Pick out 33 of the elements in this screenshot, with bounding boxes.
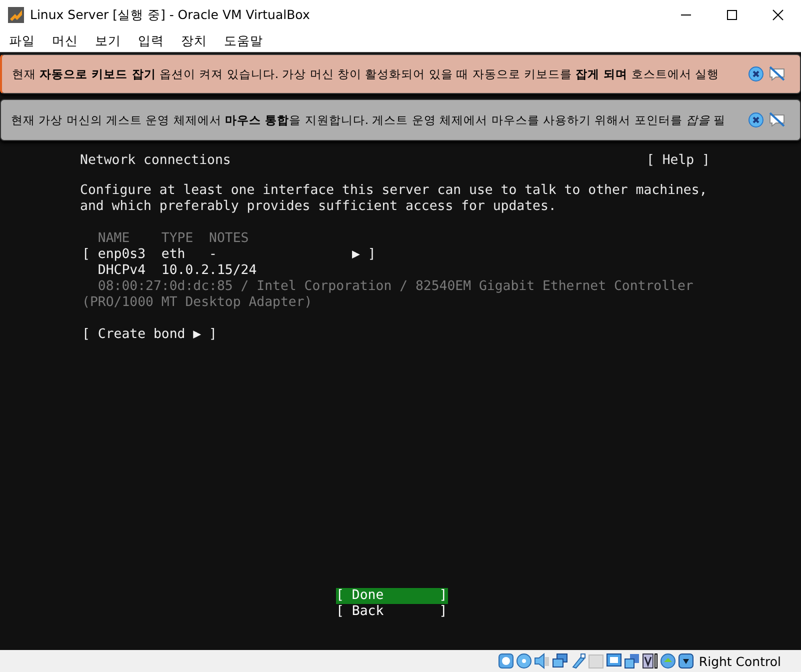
window-title: Linux Server [실행 중] - Oracle VM VirtualBox [30, 6, 310, 24]
screen-title: Network connections [80, 153, 231, 169]
detail-text: 08:00:27:0d:dc:85 / Intel Corporation / 82540EM Gigabit Ethernet Controller [96, 279, 694, 295]
close-icon[interactable] [772, 9, 784, 21]
terminal-button[interactable]: [ Back ] [336, 604, 448, 620]
detail-text: (PRO/1000 MT Desktop Adapter) [82, 295, 312, 311]
down-icon[interactable] [678, 653, 694, 669]
interface-line[interactable]: DHCPv4 10.0.2.15/24 [82, 263, 257, 279]
usb-icon[interactable] [570, 653, 586, 669]
menu-item[interactable]: 입력 [138, 32, 164, 50]
app-logo-icon [8, 7, 24, 23]
net-icon[interactable] [552, 653, 568, 669]
menu-item[interactable]: 도움말 [224, 32, 263, 50]
help-button[interactable]: [ Help ] [646, 153, 710, 169]
intro-text: and which preferably provides sufficient access for updates. [80, 199, 556, 215]
interface-line[interactable]: [ enp0s3 eth - ▶ ] [82, 247, 376, 263]
menu-item[interactable]: 머신 [52, 32, 78, 50]
banner-text: 현재 가상 머신의 게스트 운영 체제에서 마우스 통합을 지원합니다. 게스트 운영 체제에서 마우스를 사용하기 위해서 포인터를 잡을 필 [11, 112, 727, 128]
menu-item[interactable]: 파일 [9, 32, 35, 50]
detail-text: NAME TYPE NOTES [96, 231, 249, 247]
audio-icon[interactable] [534, 653, 550, 669]
host-key-label: Right Control [698, 654, 781, 668]
cd-icon[interactable] [516, 653, 532, 669]
create-bond-button[interactable]: [ Create bond ▶ ] [82, 327, 217, 343]
menu-item[interactable]: 보기 [95, 32, 121, 50]
intro-text: Configure at least one interface this server can use to talk to other machines, [80, 183, 708, 199]
menu-item[interactable]: 장치 [181, 32, 207, 50]
terminal-button[interactable]: [ Done ] [336, 588, 448, 604]
display-icon[interactable] [606, 653, 622, 669]
banner-text: 현재 자동으로 키보드 잡기 옵션이 켜져 있습니다. 가상 머신 창이 활성화되어 있을 때 자동으로 키보드를 잡게 되며 호스트에서 실행 [12, 66, 720, 82]
speech-bubble-crossed-icon[interactable] [768, 66, 786, 82]
speech-bubble-crossed-icon[interactable] [768, 112, 786, 128]
maximize-icon[interactable] [726, 9, 738, 21]
